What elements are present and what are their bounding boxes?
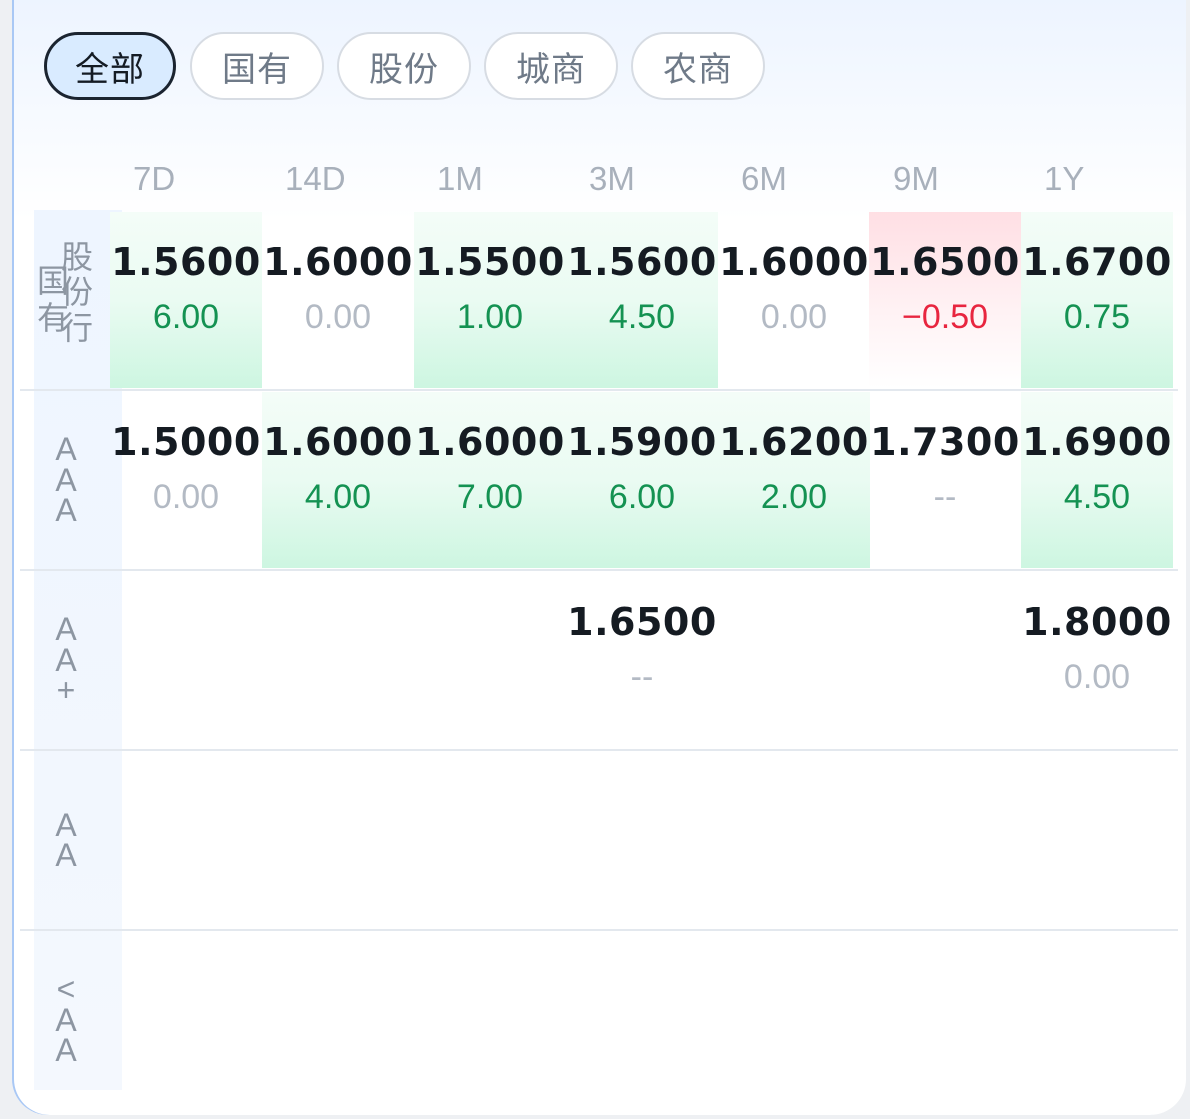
tab-all[interactable]: 全部 — [44, 32, 176, 100]
rate-cell[interactable]: 1.6200 2.00 — [718, 392, 870, 568]
column-header-1m: 1M — [437, 160, 483, 197]
rate-cell[interactable]: 1.5600 6.00 — [110, 212, 262, 388]
row-label-below-aa: <AA — [22, 932, 110, 1108]
tab-rural-commercial[interactable]: 农商 — [631, 32, 765, 100]
rate-change: -- — [933, 478, 957, 516]
rate-change: 2.00 — [760, 478, 828, 516]
tab-joint-stock[interactable]: 股份 — [337, 32, 471, 100]
rate-cell[interactable]: 1.6000 0.00 — [262, 212, 414, 388]
rate-cell[interactable]: 1.5000 0.00 — [110, 392, 262, 568]
rate-cell[interactable]: 1.6700 0.75 — [1021, 212, 1173, 388]
rate-value: 1.6200 — [719, 420, 869, 464]
rate-value: 1.6000 — [719, 240, 869, 284]
rate-value: 1.6000 — [263, 240, 413, 284]
rate-cell[interactable]: 1.6000 4.00 — [262, 392, 414, 568]
row-label-state-joint: 国有 股份行 — [22, 212, 110, 388]
row-divider — [20, 569, 1178, 571]
rate-value: 1.5600 — [567, 240, 717, 284]
rate-change: 0.00 — [760, 298, 828, 336]
rate-value: 1.5900 — [567, 420, 717, 464]
row-label-text: AA — [55, 806, 77, 873]
rate-cell[interactable]: 1.5900 6.00 — [566, 392, 718, 568]
rate-change: 6.00 — [608, 478, 676, 516]
rate-value: 1.7300 — [870, 420, 1020, 464]
row-divider — [20, 749, 1178, 751]
rate-change: 4.50 — [608, 298, 676, 336]
rate-cell[interactable]: 1.6000 0.00 — [718, 212, 870, 388]
tab-city-commercial[interactable]: 城商 — [484, 32, 618, 100]
rate-change: 0.00 — [152, 478, 220, 516]
rate-change: 6.00 — [152, 298, 220, 336]
rate-change: 0.00 — [1063, 658, 1131, 696]
rate-change: 0.75 — [1063, 298, 1131, 336]
rate-cell[interactable]: 1.6000 7.00 — [414, 392, 566, 568]
rate-cell[interactable]: 1.6900 4.50 — [1021, 392, 1173, 568]
rate-value: 1.6000 — [263, 420, 413, 464]
rate-change: −0.50 — [901, 298, 989, 336]
rate-value: 1.5000 — [111, 420, 261, 464]
row-divider — [20, 929, 1178, 931]
rate-value: 1.6500 — [870, 240, 1020, 284]
column-header-6m: 6M — [741, 160, 787, 197]
rate-value: 1.5500 — [415, 240, 565, 284]
column-header-14d: 14D — [285, 160, 346, 197]
rate-value: 1.6000 — [415, 420, 565, 464]
rate-change: -- — [630, 658, 654, 696]
column-header-3m: 3M — [589, 160, 635, 197]
rate-cell[interactable]: 1.5500 1.00 — [414, 212, 566, 388]
rate-value: 1.6700 — [1022, 240, 1172, 284]
rate-change: 0.00 — [304, 298, 372, 336]
rate-value: 1.8000 — [1022, 600, 1172, 644]
rate-cell[interactable]: 1.6500 -- — [566, 572, 718, 748]
rate-cell[interactable]: 1.7300 -- — [869, 392, 1021, 568]
rate-change: 4.50 — [1063, 478, 1131, 516]
column-header-9m: 9M — [893, 160, 939, 197]
column-header-7d: 7D — [133, 160, 176, 197]
rate-cell[interactable]: 1.6500 −0.50 — [869, 212, 1021, 388]
rate-value: 1.6900 — [1022, 420, 1172, 464]
tab-state-owned[interactable]: 国有 — [190, 32, 324, 100]
rate-value: 1.6500 — [567, 600, 717, 644]
rate-value: 1.5600 — [111, 240, 261, 284]
rate-cell[interactable]: 1.8000 0.00 — [1021, 572, 1173, 748]
row-label-text: AAA — [55, 431, 77, 529]
row-divider — [20, 389, 1178, 391]
rate-change: 7.00 — [456, 478, 524, 516]
row-label-aaa: AAA — [22, 392, 110, 568]
row-label-aa: AA — [22, 752, 110, 928]
row-label-group-b: 股份行 — [60, 239, 93, 346]
rate-change: 4.00 — [304, 478, 372, 516]
column-header-1y: 1Y — [1044, 160, 1085, 197]
row-label-group-a: 国有 — [37, 263, 70, 336]
rate-cell[interactable]: 1.5600 4.50 — [566, 212, 718, 388]
row-label-text: AA+ — [55, 611, 77, 709]
rate-change: 1.00 — [456, 298, 524, 336]
row-label-aa-plus: AA+ — [22, 572, 110, 748]
row-label-text: <AA — [55, 971, 77, 1069]
